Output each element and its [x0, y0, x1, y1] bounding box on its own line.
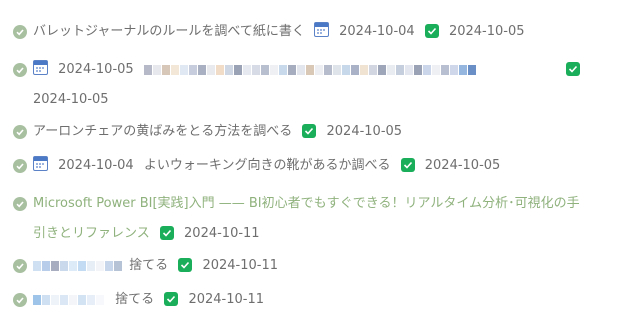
task-text: よいウォーキング向きの靴があるか調べる	[143, 158, 391, 173]
task-list: バレットジャーナルのルールを調べて紙に書く 2024-10-04 2024-10…	[0, 0, 618, 311]
task-item[interactable]: 捨てる 2024-10-11	[0, 289, 618, 311]
book-link[interactable]: Microsoft Power BI[実践]入門 —— BI初心者でもすぐできる…	[33, 196, 580, 211]
task-item[interactable]: Microsoft Power BI[実践]入門 —— BI初心者でもすぐできる…	[0, 189, 618, 249]
checkmark-icon[interactable]	[13, 125, 27, 139]
done-checkbox-icon	[159, 226, 174, 240]
redacted-text	[33, 291, 111, 305]
done-checkbox-icon	[424, 24, 439, 38]
done-checkbox-icon	[302, 124, 317, 138]
book-link-line2[interactable]: 引きとリファレンス	[33, 226, 150, 241]
done-date: 2024-10-11	[184, 226, 260, 241]
checkmark-icon[interactable]	[13, 63, 27, 77]
task-item[interactable]: 捨てる 2024-10-11	[0, 255, 618, 277]
done-date: 2024-10-05	[326, 124, 403, 139]
calendar-icon	[33, 60, 48, 75]
done-date: 2024-10-11	[188, 292, 264, 307]
redacted-text	[33, 257, 125, 271]
calendar-icon	[313, 22, 329, 37]
checkmark-icon[interactable]	[13, 159, 27, 173]
done-date: 2024-10-05	[33, 92, 109, 107]
done-checkbox-icon	[565, 62, 580, 76]
task-text: アーロンチェアの黄ばみをとる方法を調べる	[33, 124, 293, 139]
done-date: 2024-10-05	[424, 158, 501, 173]
task-text: 捨てる	[115, 292, 155, 307]
checkmark-icon[interactable]	[13, 293, 27, 307]
task-item[interactable]: アーロンチェアの黄ばみをとる方法を調べる 2024-10-05	[0, 121, 618, 143]
task-text: 捨てる	[129, 258, 169, 273]
task-item[interactable]: 2024-10-04 よいウォーキング向きの靴があるか調べる 2024-10-0…	[0, 155, 618, 177]
done-date: 2024-10-05	[448, 24, 525, 39]
checkmark-icon[interactable]	[13, 197, 27, 211]
checkmark-icon[interactable]	[13, 259, 27, 273]
start-date: 2024-10-04	[58, 158, 134, 173]
calendar-icon	[33, 156, 48, 171]
task-text: バレットジャーナルのルールを調べて紙に書く	[33, 24, 305, 39]
redacted-text	[143, 57, 556, 75]
done-checkbox-icon	[400, 158, 415, 172]
task-item[interactable]: バレットジャーナルのルールを調べて紙に書く 2024-10-04 2024-10…	[0, 21, 618, 43]
done-checkbox-icon	[164, 292, 179, 306]
start-date: 2024-10-05	[58, 62, 134, 77]
task-item[interactable]: 2024-10-05 2024-10-05	[0, 55, 618, 115]
start-date: 2024-10-04	[339, 24, 415, 39]
done-date: 2024-10-11	[202, 258, 278, 273]
done-checkbox-icon	[178, 258, 193, 272]
checkmark-icon[interactable]	[13, 25, 27, 39]
